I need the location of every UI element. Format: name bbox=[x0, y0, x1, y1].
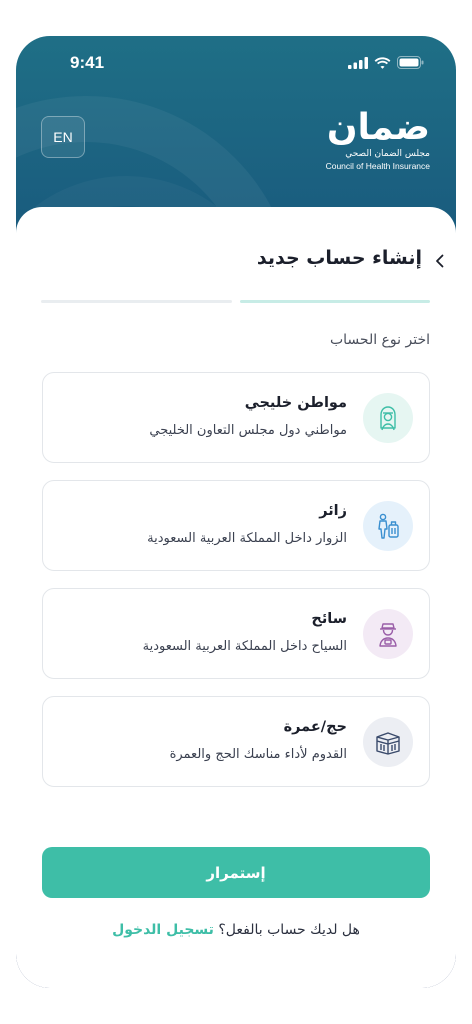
login-question: هل لديك حساب بالفعل؟ bbox=[218, 922, 360, 938]
signal-icon bbox=[348, 56, 368, 69]
tourist-icon bbox=[363, 609, 413, 659]
gulf-citizen-icon bbox=[363, 393, 413, 443]
language-toggle-button[interactable]: EN bbox=[41, 116, 85, 158]
logo-arabic-name: ضمان bbox=[326, 107, 430, 148]
section-label: اختر نوع الحساب bbox=[329, 332, 430, 348]
progress-step-2 bbox=[41, 300, 232, 303]
logo-english-subtitle: Council of Health Insurance bbox=[325, 161, 430, 171]
account-type-tourist[interactable]: سائح السياح داخل المملكة العربية السعودي… bbox=[42, 588, 430, 679]
battery-icon bbox=[397, 56, 424, 69]
progress-step-1 bbox=[239, 300, 430, 303]
login-link[interactable]: تسجيل الدخول bbox=[112, 922, 214, 938]
back-chevron-icon[interactable] bbox=[432, 253, 448, 269]
account-type-gulf-citizen[interactable]: مواطن خليجي مواطني دول مجلس التعاون الخل… bbox=[42, 372, 430, 463]
app-logo: ضمان مجلس الضمان الصحي Council of Health… bbox=[312, 108, 430, 172]
wifi-icon bbox=[374, 56, 391, 69]
option-description: الزوار داخل المملكة العربية السعودية bbox=[147, 531, 347, 546]
logo-arabic-subtitle: مجلس الضمان الصحي bbox=[345, 149, 430, 159]
page-title: إنشاء حساب جديد bbox=[256, 247, 422, 269]
login-prompt: هل لديك حساب بالفعل؟ تسجيل الدخول bbox=[16, 922, 456, 938]
account-type-hajj-umrah[interactable]: حج/عمرة القدوم لأداء مناسك الحج والعمرة bbox=[42, 696, 430, 787]
option-title: حج/عمرة bbox=[283, 719, 347, 735]
phone-screen: 9:41 EN ضمان مجلس الضمان الصحي Council o… bbox=[16, 36, 456, 988]
continue-button[interactable]: إستمرار bbox=[42, 847, 430, 898]
option-title: زائر bbox=[319, 503, 347, 519]
kaaba-icon bbox=[363, 717, 413, 767]
status-icons bbox=[348, 56, 424, 69]
status-time: 9:41 bbox=[70, 53, 105, 72]
step-progress bbox=[41, 300, 430, 303]
visitor-luggage-icon bbox=[363, 501, 413, 551]
option-description: السياح داخل المملكة العربية السعودية bbox=[142, 639, 347, 654]
option-description: مواطني دول مجلس التعاون الخليجي bbox=[149, 423, 347, 438]
account-type-visitor[interactable]: زائر الزوار داخل المملكة العربية السعودي… bbox=[42, 480, 430, 571]
option-title: مواطن خليجي bbox=[244, 395, 347, 411]
option-description: القدوم لأداء مناسك الحج والعمرة bbox=[169, 747, 347, 762]
content-card: إنشاء حساب جديد اختر نوع الحساب مواطن خل… bbox=[16, 207, 456, 988]
status-bar: 9:41 bbox=[16, 36, 456, 90]
option-title: سائح bbox=[311, 611, 347, 627]
